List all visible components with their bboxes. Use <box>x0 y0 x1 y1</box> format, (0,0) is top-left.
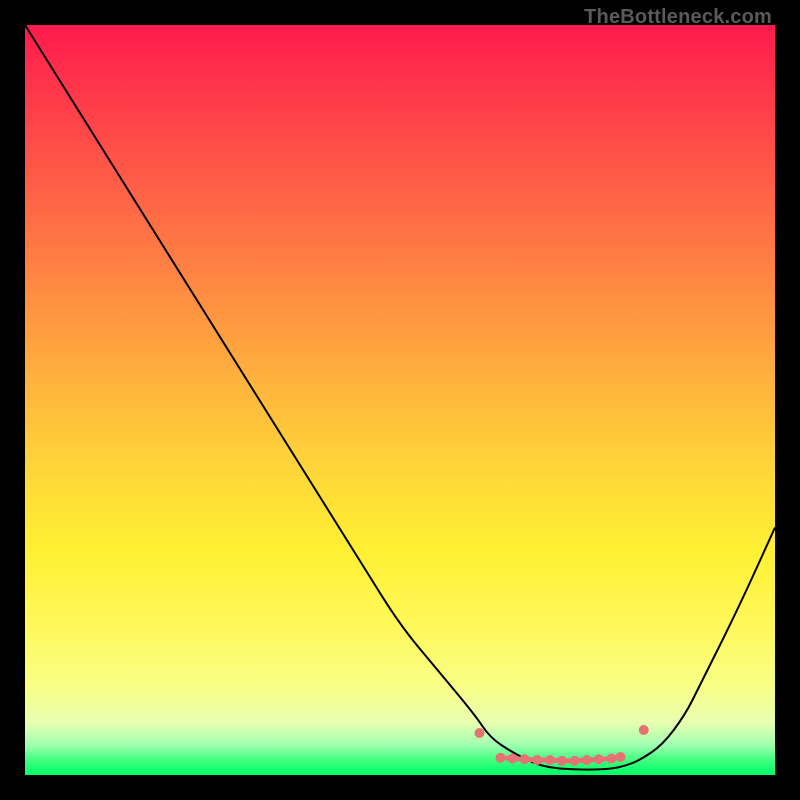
marker-point <box>616 752 626 762</box>
marker-point <box>520 754 530 764</box>
marker-point <box>570 756 580 766</box>
marker-point <box>508 754 518 764</box>
bottleneck-curve <box>25 25 775 770</box>
chart-svg <box>25 25 775 775</box>
marker-point <box>607 754 617 764</box>
marker-point <box>582 755 592 765</box>
chart-plot-area <box>25 25 775 775</box>
marker-point <box>557 756 567 766</box>
marker-point <box>475 728 485 738</box>
watermark-text: TheBottleneck.com <box>584 6 772 29</box>
marker-point <box>532 755 542 765</box>
marker-point <box>496 753 506 763</box>
marker-point <box>594 754 604 764</box>
marker-point <box>545 755 555 765</box>
marker-point <box>639 725 649 735</box>
chart-frame: TheBottleneck.com <box>0 0 800 800</box>
